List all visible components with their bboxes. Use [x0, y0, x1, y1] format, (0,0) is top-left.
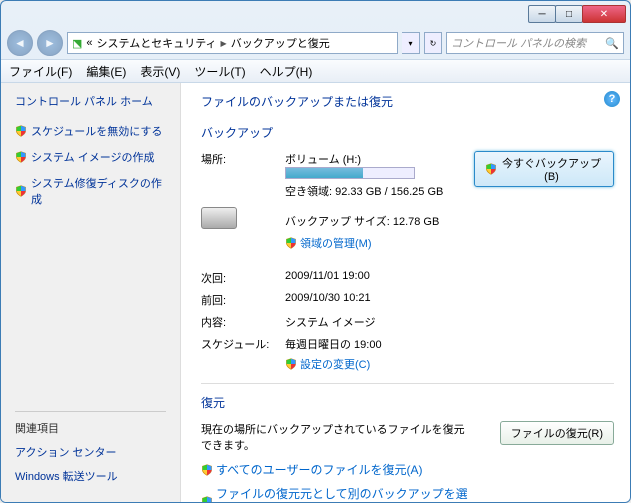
shield-icon [201, 464, 213, 476]
shield-icon [15, 151, 27, 163]
help-icon[interactable]: ? [604, 91, 620, 107]
page-title: ファイルのバックアップまたは復元 [201, 93, 614, 110]
manage-space-link[interactable]: 領域の管理(M) [285, 235, 372, 251]
cpanel-icon: ⬔ [72, 37, 82, 50]
search-placeholder: コントロール パネルの検索 [451, 35, 586, 51]
content-area: コントロール パネル ホーム スケジュールを無効にする システム イメージの作成… [1, 83, 630, 502]
menu-help[interactable]: ヘルプ(H) [260, 63, 313, 80]
prev-label: 前回: [201, 292, 285, 308]
menu-tools[interactable]: ツール(T) [194, 63, 245, 80]
address-dropdown[interactable]: ▾ [402, 32, 420, 54]
content-value: システム イメージ [285, 314, 614, 330]
forward-button[interactable]: ► [37, 30, 63, 56]
breadcrumb-part2[interactable]: バックアップと復元 [231, 35, 330, 51]
change-settings-link[interactable]: 設定の変更(C) [285, 356, 370, 372]
sidebar-task-create-repair-disc[interactable]: システム修復ディスクの作成 [15, 175, 166, 207]
backup-size-text: バックアップ サイズ: 12.78 GB [285, 213, 474, 229]
minimize-button[interactable]: ─ [528, 5, 556, 23]
shield-icon [15, 125, 27, 137]
menu-view[interactable]: 表示(V) [140, 63, 180, 80]
disk-usage-bar [285, 167, 415, 179]
next-label: 次回: [201, 270, 285, 286]
address-box[interactable]: ⬔ « システムとセキュリティ ▶ バックアップと復元 [67, 32, 398, 54]
backup-now-button[interactable]: 今すぐバックアップ(B) [474, 151, 614, 187]
task-label: スケジュールを無効にする [31, 123, 162, 139]
shield-icon [285, 358, 297, 370]
task-label: システム修復ディスクの作成 [31, 175, 166, 207]
volume-name: ボリューム (H:) [285, 151, 474, 167]
schedule-label: スケジュール: [201, 336, 285, 352]
breadcrumb-part1[interactable]: システムとセキュリティ [97, 35, 217, 51]
refresh-button[interactable]: ↻ [424, 32, 442, 54]
restore-other-backup-link[interactable]: ファイルの復元元として別のバックアップを選択(N) [201, 485, 474, 503]
divider [201, 383, 614, 384]
see-also-header: 関連項目 [15, 411, 166, 436]
window: ─ □ ✕ ◄ ► ⬔ « システムとセキュリティ ▶ バックアップと復元 ▾ … [0, 0, 631, 503]
menu-edit[interactable]: 編集(E) [86, 63, 126, 80]
restore-all-users-link[interactable]: すべてのユーザーのファイルを復元(A) [201, 461, 422, 478]
chevron-right-icon: ▶ [221, 39, 227, 48]
close-button[interactable]: ✕ [582, 5, 626, 23]
sidebar-task-create-image[interactable]: システム イメージの作成 [15, 149, 166, 165]
shield-icon [15, 185, 27, 197]
location-label: 場所: [201, 151, 285, 167]
schedule-value: 毎週日曜日の 19:00 [285, 336, 614, 352]
shield-icon [485, 163, 497, 175]
titlebar: ─ □ ✕ [1, 1, 630, 27]
next-value: 2009/11/01 19:00 [285, 270, 614, 282]
search-icon: 🔍 [605, 37, 619, 50]
breadcrumb-root: « [86, 37, 92, 49]
menu-file[interactable]: ファイル(F) [9, 63, 72, 80]
content-label: 内容: [201, 314, 285, 330]
search-input[interactable]: コントロール パネルの検索 🔍 [446, 32, 624, 54]
backup-section-header: バックアップ [201, 124, 614, 141]
back-button[interactable]: ◄ [7, 30, 33, 56]
see-also-action-center[interactable]: アクション センター [15, 444, 166, 460]
restore-section-header: 復元 [201, 394, 614, 411]
control-panel-home-link[interactable]: コントロール パネル ホーム [15, 93, 166, 109]
free-space-text: 空き領域: 92.33 GB / 156.25 GB [285, 183, 474, 199]
shield-icon [201, 496, 213, 503]
hdd-icon [201, 207, 237, 229]
see-also-easy-transfer[interactable]: Windows 転送ツール [15, 468, 166, 484]
prev-value: 2009/10/30 10:21 [285, 292, 614, 304]
maximize-button[interactable]: □ [555, 5, 583, 23]
task-label: システム イメージの作成 [31, 149, 155, 165]
sidebar: コントロール パネル ホーム スケジュールを無効にする システム イメージの作成… [1, 83, 181, 502]
address-bar: ◄ ► ⬔ « システムとセキュリティ ▶ バックアップと復元 ▾ ↻ コントロ… [1, 27, 630, 59]
main-panel: ? ファイルのバックアップまたは復元 バックアップ 場所: ボリューム (H:)… [181, 83, 630, 502]
menu-bar: ファイル(F) 編集(E) 表示(V) ツール(T) ヘルプ(H) [1, 59, 630, 83]
restore-files-button[interactable]: ファイルの復元(R) [500, 421, 614, 445]
shield-icon [285, 237, 297, 249]
sidebar-task-disable-schedule[interactable]: スケジュールを無効にする [15, 123, 166, 139]
restore-text: 現在の場所にバックアップされているファイルを復元できます。 [201, 421, 474, 453]
